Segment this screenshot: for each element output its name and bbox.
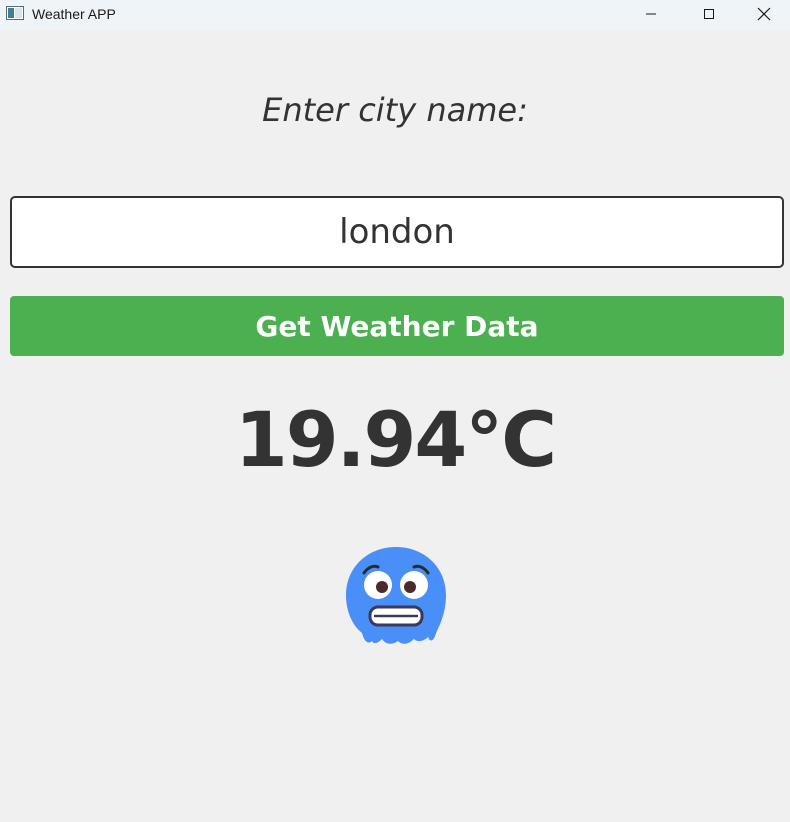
- app-window-icon: [6, 6, 24, 20]
- city-prompt-label: Enter city name:: [262, 91, 528, 129]
- close-icon: [757, 7, 771, 21]
- get-weather-button[interactable]: Get Weather Data: [10, 296, 784, 356]
- title-bar[interactable]: Weather APP: [0, 0, 790, 30]
- minimize-icon: [646, 13, 656, 15]
- close-button[interactable]: [738, 0, 790, 28]
- minimize-button[interactable]: [622, 0, 680, 28]
- window-title: Weather APP: [32, 6, 116, 22]
- temperature-display: 19.94°C: [234, 395, 557, 484]
- app-window: Weather APP Enter city name: Get Weather…: [0, 0, 790, 822]
- freezing-face-emoji-icon: [346, 547, 446, 644]
- city-input[interactable]: [10, 196, 784, 268]
- maximize-button[interactable]: [680, 0, 738, 28]
- maximize-icon: [704, 9, 714, 19]
